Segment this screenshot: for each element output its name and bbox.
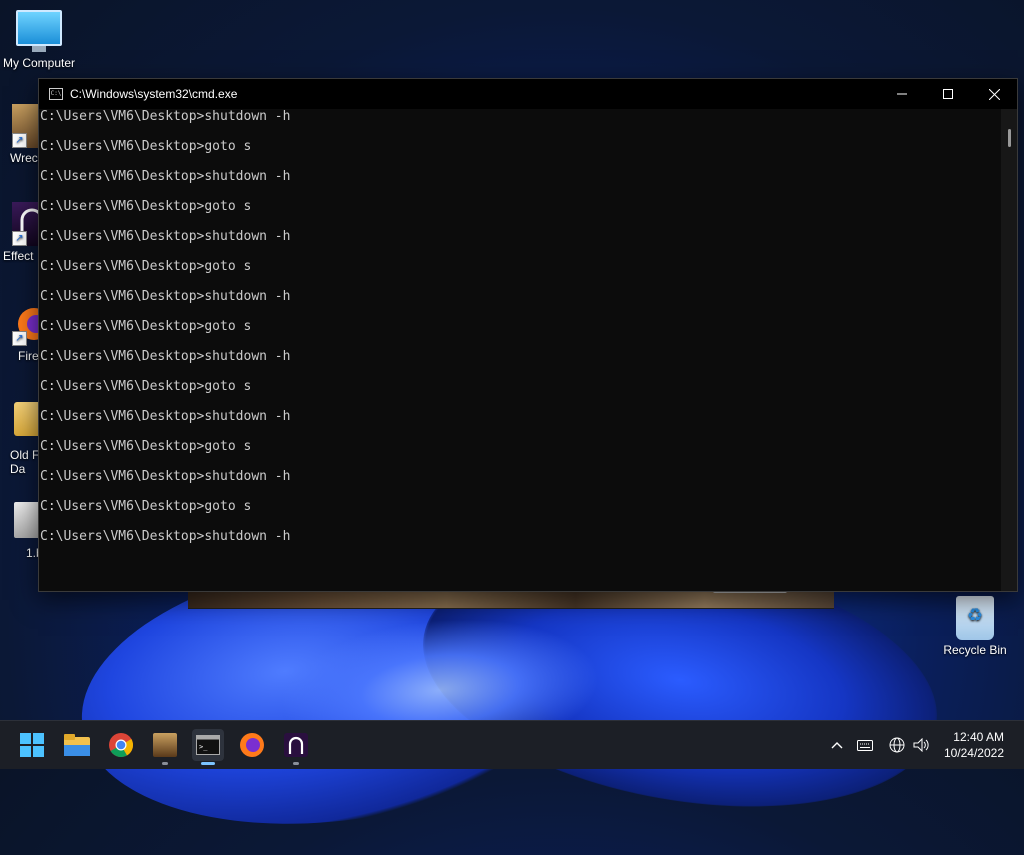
taskbar-chrome[interactable] — [105, 729, 137, 761]
network-button[interactable] — [885, 721, 909, 769]
desktop-icon-recycle-bin[interactable]: ♻ Recycle Bin — [936, 596, 1014, 657]
keyboard-icon — [857, 739, 873, 751]
running-indicator — [293, 762, 299, 765]
minimize-icon — [897, 93, 907, 95]
console-line: C:\Users\VM6\Desktop>shutdown -h — [40, 469, 291, 484]
taskbar-effect[interactable] — [280, 729, 312, 765]
taskbar-game[interactable] — [149, 729, 181, 765]
desktop-icon-label: Fire — [18, 349, 39, 363]
console-line: C:\Users\VM6\Desktop>shutdown -h — [40, 409, 291, 424]
console-line: C:\Users\VM6\Desktop>goto s — [40, 499, 252, 514]
chrome-icon — [109, 733, 133, 757]
desktop-icon-firefox[interactable]: ↗ Fire — [0, 302, 42, 363]
desktop-icon-old-folder[interactable]: Old F Da — [0, 402, 42, 476]
console-line: C:\Users\VM6\Desktop>shutdown -h — [40, 349, 291, 364]
console-line: C:\Users\VM6\Desktop>goto s — [40, 139, 252, 154]
console-line: C:\Users\VM6\Desktop>goto s — [40, 379, 252, 394]
clock-time: 12:40 AM — [953, 730, 1004, 744]
console-line: C:\Users\VM6\Desktop>goto s — [40, 439, 252, 454]
clock-date: 10/24/2022 — [943, 746, 1004, 760]
console-line: C:\Users\VM6\Desktop>shutdown -h — [40, 169, 291, 184]
volume-button[interactable] — [910, 721, 934, 769]
minimize-button[interactable] — [879, 79, 925, 109]
show-hidden-icons-button[interactable] — [826, 721, 848, 769]
file-explorer-icon — [64, 734, 90, 756]
svg-text:>_: >_ — [199, 743, 208, 751]
taskbar: >_ 12:40 AM 10/24/2022 — [0, 720, 1024, 769]
console-line: C:\Users\VM6\Desktop>shutdown -h — [40, 109, 291, 124]
game-icon — [153, 733, 177, 757]
keyboard-button[interactable] — [853, 721, 877, 769]
close-icon — [988, 88, 1000, 100]
close-button[interactable] — [971, 79, 1017, 109]
monitor-icon — [16, 10, 62, 52]
start-icon — [20, 733, 44, 757]
desktop-icon-label: Old F Da — [10, 448, 40, 476]
chevron-up-icon — [831, 742, 843, 749]
cmd-window[interactable]: C:\ C:\Windows\system32\cmd.exe C:\Users… — [38, 78, 1018, 592]
maximize-button[interactable] — [925, 79, 971, 109]
console-line: C:\Users\VM6\Desktop>goto s — [40, 199, 252, 214]
taskbar-file-explorer[interactable] — [61, 729, 93, 761]
taskbar-firefox[interactable] — [236, 729, 268, 761]
cmd-icon: >_ — [196, 735, 220, 755]
desktop-icon-effect[interactable]: ↗ Effect — [0, 202, 42, 263]
console-output[interactable]: C:\Users\VM6\Desktop>shutdown -h C:\Users… — [39, 109, 1001, 591]
desktop-icon-batch-file[interactable]: 1.b — [0, 502, 42, 560]
cmd-window-title: C:\Windows\system32\cmd.exe — [70, 87, 238, 101]
running-indicator — [162, 762, 168, 765]
start-button[interactable] — [16, 729, 48, 761]
console-line: C:\Users\VM6\Desktop>shutdown -h — [40, 229, 291, 244]
console-line: C:\Users\VM6\Desktop>shutdown -h — [40, 289, 291, 304]
recycle-bin-icon: ♻ — [956, 596, 994, 640]
active-indicator — [201, 762, 215, 765]
desktop-icon-label: My Computer — [2, 56, 76, 70]
speaker-icon — [913, 738, 929, 752]
globe-icon — [889, 737, 905, 753]
maximize-icon — [943, 89, 953, 99]
desktop-icon-wreckfest[interactable]: ↗ Wrec — [0, 104, 42, 165]
taskbar-clock[interactable]: 12:40 AM 10/24/2022 — [944, 729, 1004, 761]
console-line: C:\Users\VM6\Desktop>goto s — [40, 259, 252, 274]
effect-icon — [284, 733, 308, 757]
firefox-icon — [240, 733, 264, 757]
desktop-icon-label: 1.b — [26, 546, 42, 560]
console-scrollbar[interactable] — [1001, 109, 1017, 591]
desktop-icon-my-computer[interactable]: My Computer — [0, 10, 78, 70]
console-line: C:\Users\VM6\Desktop>shutdown -h — [40, 529, 291, 544]
taskbar-cmd[interactable]: >_ — [192, 729, 224, 765]
console-line: C:\Users\VM6\Desktop>goto s — [40, 319, 252, 334]
desktop-icon-label: Wrec — [10, 151, 38, 165]
scrollbar-thumb[interactable] — [1008, 129, 1011, 147]
desktop-icon-label: Effect — [3, 249, 34, 263]
desktop-icon-label: Recycle Bin — [943, 643, 1007, 657]
cmd-window-icon: C:\ — [49, 88, 63, 100]
cmd-titlebar[interactable]: C:\ C:\Windows\system32\cmd.exe — [39, 79, 1017, 109]
